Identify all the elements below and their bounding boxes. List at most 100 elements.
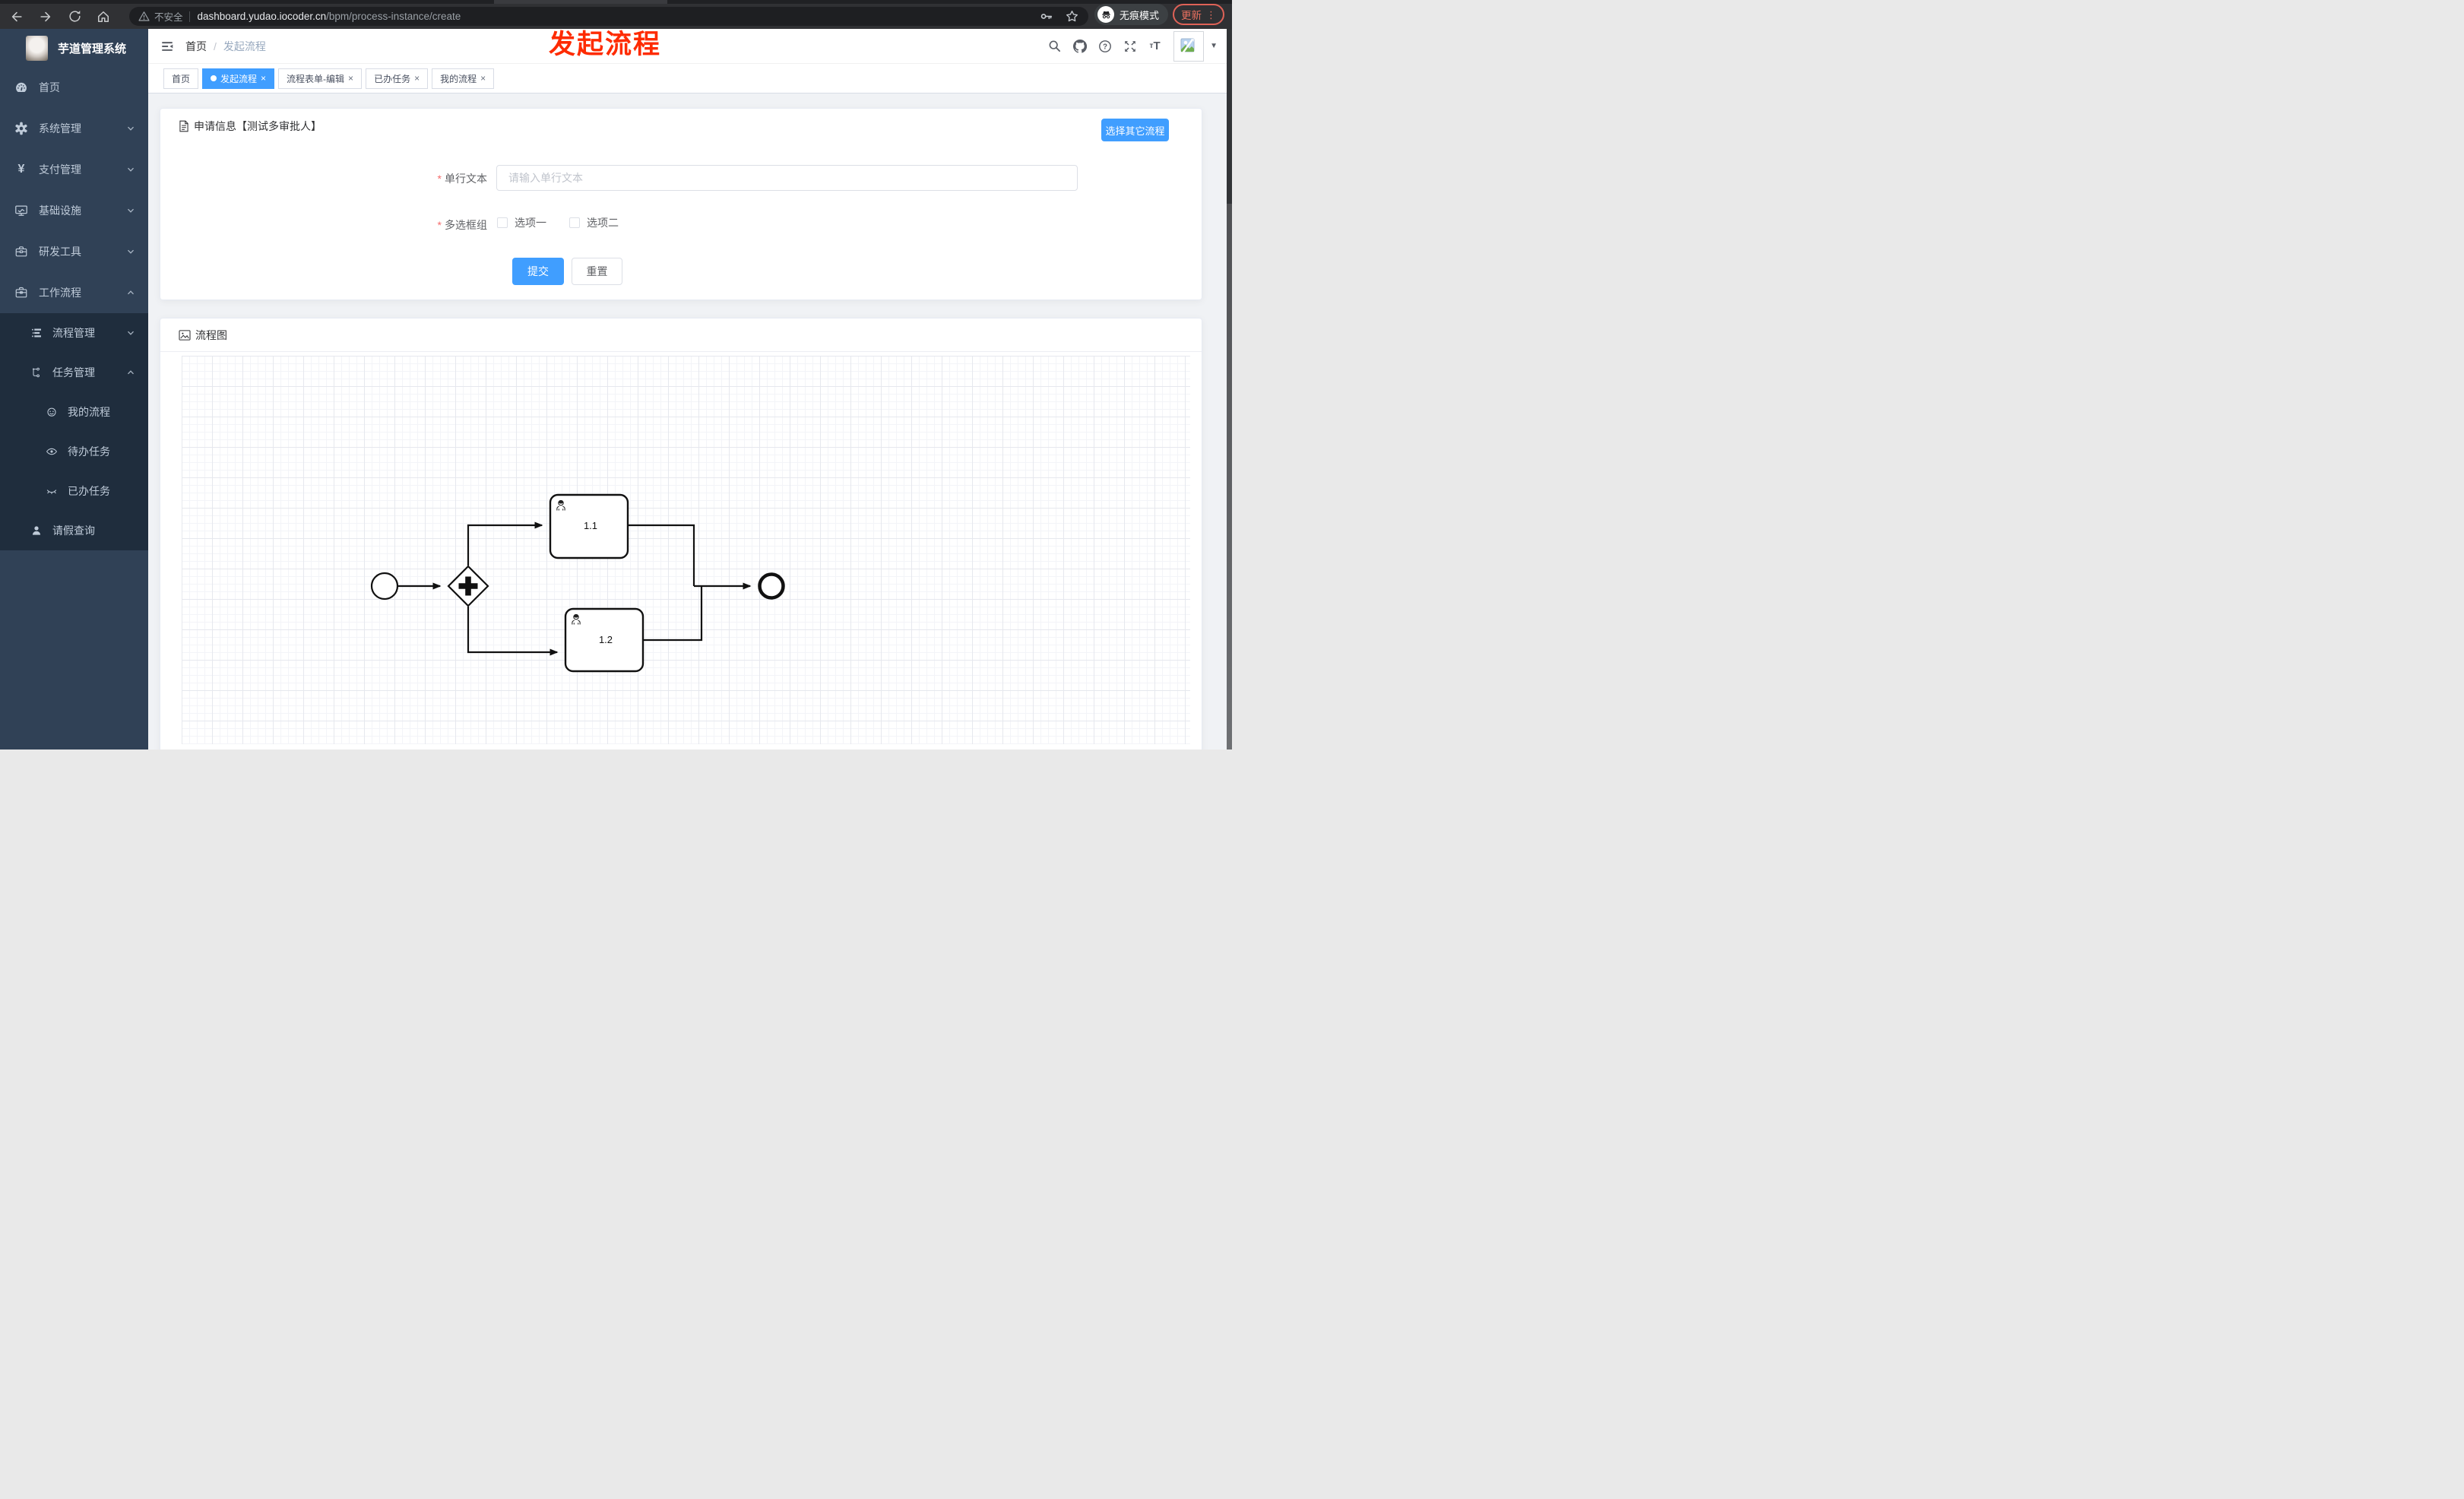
avatar-caret-icon[interactable]: ▼ [1210, 42, 1218, 50]
reset-button[interactable]: 重置 [572, 258, 622, 285]
sidebar-item-leave-query[interactable]: 请假查询 [0, 511, 148, 550]
checkbox-option-1[interactable]: 选项一 [497, 215, 546, 230]
start-event-node [370, 572, 399, 601]
sidebar-item-system[interactable]: 系统管理 [0, 108, 148, 149]
tab-close-icon[interactable]: × [261, 74, 266, 83]
form-card-header: 申请信息【测试多审批人】 [160, 109, 1202, 134]
browser-menu-dots-icon: ⋮ [1206, 8, 1216, 21]
browser-active-tab-edge [494, 0, 667, 4]
app-logo-row[interactable]: 芋道管理系统 [0, 29, 148, 67]
browser-reload-button[interactable] [67, 9, 82, 24]
browser-update-button[interactable]: 更新 ⋮ [1173, 4, 1224, 25]
sidebar-item-done-tasks[interactable]: 已办任务 [0, 471, 148, 511]
checkbox-option-2[interactable]: 选项二 [569, 215, 619, 230]
toolbox-icon [15, 246, 27, 257]
tab-label: 流程表单-编辑 [287, 73, 345, 84]
choose-other-process-button[interactable]: 选择其它流程 [1101, 119, 1169, 141]
password-key-button[interactable] [1038, 9, 1053, 24]
end-event-node [758, 572, 785, 600]
broken-image-icon [1180, 38, 1195, 54]
tab-my-processes[interactable]: 我的流程 × [432, 68, 495, 89]
face-icon [47, 407, 56, 417]
tab-label: 已办任务 [374, 73, 411, 84]
sidebar-item-my-processes[interactable]: 我的流程 [0, 392, 148, 432]
tab-label: 首页 [172, 73, 191, 84]
form-card-title: 申请信息【测试多审批人】 [194, 120, 321, 132]
tab-close-icon[interactable]: × [414, 74, 420, 83]
list-icon [32, 328, 41, 338]
browser-home-button[interactable] [96, 9, 111, 24]
page-scrollbar-thumb[interactable] [1227, 29, 1232, 204]
page-scrollbar[interactable] [1227, 29, 1232, 750]
checkbox-group: 选项一 选项二 [497, 212, 619, 233]
sidebar-item-process-management[interactable]: 流程管理 [0, 313, 148, 353]
incognito-label: 无痕模式 [1120, 9, 1160, 21]
browser-back-button[interactable] [9, 9, 24, 24]
process-diagram-card: 流程图 1.1 1.2 [160, 318, 1202, 750]
sidebar-collapse-button[interactable] [148, 29, 185, 63]
required-asterisk: * [437, 219, 442, 231]
incognito-badge: 无痕模式 [1094, 4, 1168, 25]
sidebar-item-label: 我的流程 [68, 406, 110, 418]
sidebar-item-label: 流程管理 [52, 327, 95, 339]
tab-done-tasks[interactable]: 已办任务 × [366, 68, 429, 89]
chevron-down-icon [128, 126, 134, 131]
checkbox-box[interactable] [497, 217, 508, 228]
single-line-text-input[interactable] [496, 165, 1078, 191]
sidebar-item-label: 已办任务 [68, 485, 110, 497]
sidebar-item-payment[interactable]: ¥ 支付管理 [0, 149, 148, 190]
breadcrumb-home[interactable]: 首页 [185, 39, 207, 54]
header-search-button[interactable] [1042, 29, 1067, 64]
search-icon [1049, 40, 1061, 52]
bookmark-star-button[interactable] [1064, 9, 1079, 24]
back-icon [11, 11, 22, 21]
sidebar-item-todo-tasks[interactable]: 待办任务 [0, 432, 148, 471]
sidebar-item-label: 工作流程 [39, 287, 81, 299]
submit-button[interactable]: 提交 [512, 258, 564, 285]
tags-view: 首页 发起流程 × 流程表单-编辑 × 已办任务 × 我的流程 × [148, 64, 1227, 93]
sidebar-item-task-management[interactable]: 任务管理 [0, 353, 148, 392]
parallel-gateway-node [447, 565, 489, 607]
chevron-down-icon [128, 331, 134, 335]
briefcase-icon [15, 287, 27, 298]
active-tab-dot [211, 75, 217, 81]
github-icon [1072, 39, 1087, 53]
checkbox-box[interactable] [569, 217, 580, 228]
tab-form-edit[interactable]: 流程表单-编辑 × [278, 68, 363, 89]
sidebar-item-label: 待办任务 [68, 445, 110, 458]
avatar[interactable] [1173, 30, 1205, 62]
tab-create-process[interactable]: 发起流程 × [202, 68, 275, 89]
browser-forward-button[interactable] [38, 9, 53, 24]
sidebar-item-home[interactable]: 首页 [0, 67, 148, 108]
field-label-checkbox-group: * 多选框组 [437, 219, 487, 231]
bpmn-canvas: 1.1 1.2 [182, 356, 1190, 744]
url-host: dashboard.yudao.iocoder.cn [197, 11, 327, 22]
sidebar-item-label: 任务管理 [52, 366, 95, 379]
bpmn-diagram: 1.1 1.2 [370, 493, 785, 673]
header-help-button[interactable]: ? [1092, 29, 1117, 64]
font-size-button[interactable]: тT [1142, 29, 1167, 64]
sidebar-item-infrastructure[interactable]: 基础设施 [0, 190, 148, 231]
hamburger-icon [162, 41, 173, 51]
tab-close-icon[interactable]: × [348, 74, 353, 83]
sidebar-item-label: 研发工具 [39, 246, 81, 258]
page-annotation-title: 发起流程 [549, 30, 662, 59]
sidebar-item-workflow[interactable]: 工作流程 [0, 272, 148, 313]
chevron-down-icon [128, 167, 134, 172]
diagram-card-title: 流程图 [195, 328, 227, 341]
omnibox-divider [188, 11, 190, 22]
main-content: 申请信息【测试多审批人】 选择其它流程 *单行文本 *多选框组 选项一 选项二 [148, 93, 1227, 750]
document-icon [179, 120, 188, 132]
header-github-button[interactable] [1067, 29, 1092, 64]
fullscreen-icon [1124, 40, 1135, 52]
sidebar-item-dev-tools[interactable]: 研发工具 [0, 231, 148, 272]
flow-task1-down [629, 524, 695, 586]
header-fullscreen-button[interactable] [1117, 29, 1142, 64]
tab-close-icon[interactable]: × [480, 74, 486, 83]
app-title: 芋道管理系统 [58, 42, 127, 55]
key-icon [1040, 14, 1052, 20]
breadcrumb: 首页 / 发起流程 [185, 39, 266, 54]
user-task-1-node: 1.1 [549, 493, 629, 559]
sidebar: 芋道管理系统 首页 系统管理 ¥ 支付管理 基础设施 研发工具 工作流程 流程管… [0, 29, 148, 750]
tab-home[interactable]: 首页 [163, 68, 199, 89]
